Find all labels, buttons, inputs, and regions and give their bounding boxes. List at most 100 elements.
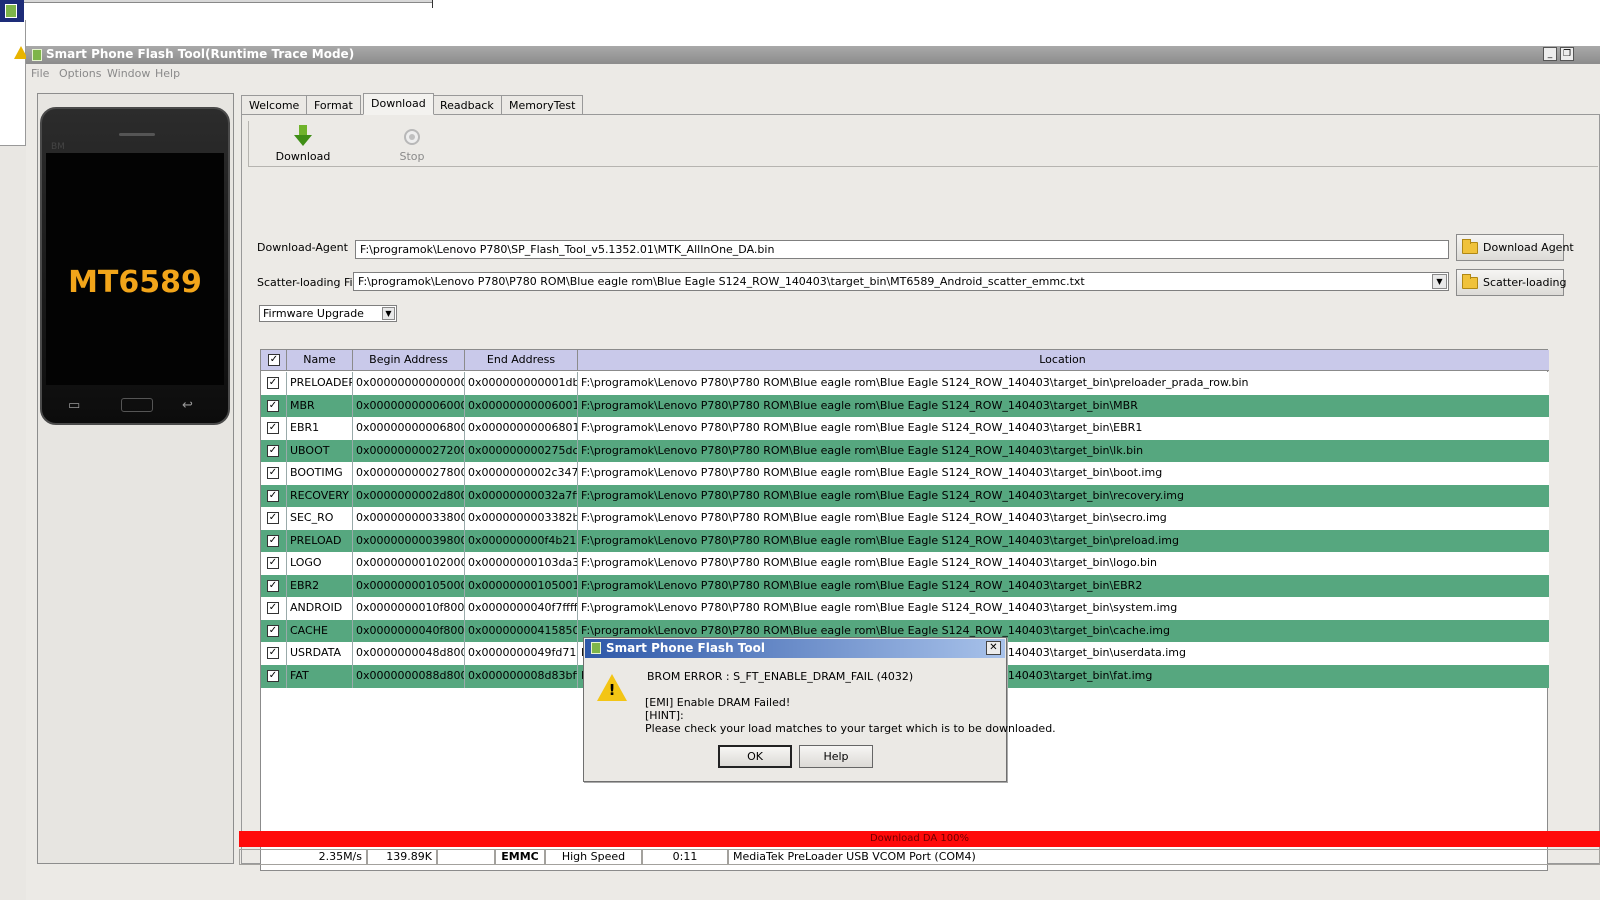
download-agent-field[interactable]: F:\programok\Lenovo P780\SP_Flash_Tool_v… bbox=[355, 240, 1449, 259]
cell-begin-address: 0x0000000000600000 bbox=[353, 394, 465, 418]
menu-bar: File Options Window Help bbox=[26, 65, 1600, 83]
row-checkbox[interactable]: ✓ bbox=[267, 624, 279, 637]
restore-button[interactable]: ❐ bbox=[1560, 47, 1574, 61]
menu-options[interactable]: Options bbox=[59, 67, 101, 80]
cell-name: EBR2 bbox=[287, 574, 353, 598]
scatter-loading-button-label: Scatter-loading bbox=[1483, 276, 1567, 289]
mode-select[interactable]: Firmware Upgrade ▼ bbox=[259, 305, 397, 322]
dialog-line3: Please check your load matches to your t… bbox=[645, 722, 1056, 735]
tab-format[interactable]: Format bbox=[306, 95, 361, 115]
column-header-end[interactable]: End Address bbox=[465, 350, 578, 371]
cell-end-address: 0x0000000003382bff bbox=[465, 507, 578, 530]
folder-icon bbox=[1462, 274, 1478, 289]
scatter-label: Scatter-loading File bbox=[257, 276, 363, 289]
help-button[interactable]: Help bbox=[799, 745, 873, 768]
menu-file[interactable]: File bbox=[31, 67, 49, 80]
row-checkbox[interactable]: ✓ bbox=[267, 489, 279, 502]
chevron-down-icon[interactable]: ▼ bbox=[382, 307, 395, 320]
row-checkbox[interactable]: ✓ bbox=[267, 602, 279, 614]
table-row[interactable]: ✓ EBR10x00000000006800000x00000000006801f… bbox=[261, 417, 1549, 440]
table-row[interactable]: ✓ EBR20x00000000105000000x00000000105001f… bbox=[261, 574, 1549, 598]
scatter-loading-button[interactable]: Scatter-loading bbox=[1456, 269, 1567, 296]
tab-memorytest[interactable]: MemoryTest bbox=[501, 95, 584, 115]
close-icon[interactable]: ✕ bbox=[986, 641, 1001, 655]
cell-location: F:\programok\Lenovo P780\P780 ROM\Blue e… bbox=[581, 601, 1178, 614]
cell-end-address: 0x000000000275dc13 bbox=[465, 439, 578, 463]
cell-checkbox: ✓ bbox=[261, 462, 287, 485]
table-row[interactable]: ✓ UBOOT0x00000000027200000x000000000275dc… bbox=[261, 439, 1549, 463]
cell-begin-address: 0x0000000000680000 bbox=[353, 417, 465, 440]
table-row[interactable]: ✓ BOOTIMG0x00000000027800000x0000000002c3… bbox=[261, 462, 1549, 485]
download-button[interactable]: Download bbox=[268, 123, 338, 165]
dialog-error-line: BROM ERROR : S_FT_ENABLE_DRAM_FAIL (4032… bbox=[647, 670, 914, 683]
row-checkbox[interactable]: ✓ bbox=[267, 579, 279, 592]
row-checkbox[interactable]: ✓ bbox=[267, 377, 279, 389]
status-usb-speed: High Speed bbox=[545, 849, 642, 865]
row-checkbox[interactable]: ✓ bbox=[267, 467, 279, 479]
cell-location: F:\programok\Lenovo P780\P780 ROM\Blue e… bbox=[581, 421, 1143, 434]
table-row[interactable]: ✓ SEC_RO0x00000000033800000x0000000003382… bbox=[261, 507, 1549, 530]
tab-download[interactable]: Download bbox=[363, 93, 434, 115]
menu-help[interactable]: Help bbox=[155, 67, 180, 80]
cell-end-address: 0x00000000103da33d bbox=[465, 552, 578, 575]
cell-checkbox: ✓ bbox=[261, 529, 287, 553]
desktop-background bbox=[0, 0, 1600, 46]
cell-name: RECOVERY bbox=[287, 484, 353, 508]
cell-begin-address: 0x0000000003380000 bbox=[353, 507, 465, 530]
tab-readback[interactable]: Readback bbox=[432, 95, 502, 115]
column-header-location[interactable]: Location bbox=[578, 350, 1547, 371]
cell-begin-address: 0x0000000002d80000 bbox=[353, 484, 465, 508]
cell-checkbox: ✓ bbox=[261, 372, 287, 395]
cell-checkbox: ✓ bbox=[261, 394, 287, 418]
row-checkbox[interactable]: ✓ bbox=[267, 399, 279, 412]
row-checkbox[interactable]: ✓ bbox=[267, 669, 279, 682]
cell-begin-address: 0x0000000010f80000 bbox=[353, 597, 465, 620]
table-row[interactable]: ✓ MBR0x00000000006000000x00000000006001ff… bbox=[261, 394, 1549, 418]
stop-button[interactable]: Stop bbox=[377, 123, 447, 165]
background-window-edge bbox=[24, 0, 432, 3]
cell-checkbox: ✓ bbox=[261, 439, 287, 463]
scatter-file-combo[interactable]: F:\programok\Lenovo P780\P780 ROM\Blue e… bbox=[353, 272, 1449, 291]
cell-begin-address: 0x0000000010200000 bbox=[353, 552, 465, 575]
cell-checkbox: ✓ bbox=[261, 597, 287, 620]
column-header-begin[interactable]: Begin Address bbox=[353, 350, 465, 371]
row-checkbox[interactable]: ✓ bbox=[267, 422, 279, 434]
column-header-name[interactable]: Name bbox=[287, 350, 353, 371]
dialog-title-bar[interactable]: Smart Phone Flash Tool ✕ bbox=[585, 639, 1005, 658]
phone-brand: BM bbox=[51, 142, 65, 152]
cell-end-address: 0x00000000032a7fff bbox=[465, 484, 578, 508]
download-agent-button-label: Download Agent bbox=[1483, 241, 1574, 254]
table-row[interactable]: ✓ LOGO0x00000000102000000x00000000103da33… bbox=[261, 552, 1549, 575]
cell-location: F:\programok\Lenovo P780\P780 ROM\Blue e… bbox=[581, 488, 1184, 502]
table-row[interactable]: ✓ PRELOAD0x00000000039800000x000000000f4b… bbox=[261, 529, 1549, 553]
phone-panel: BM MT6589 ▭ ↩ bbox=[37, 93, 234, 864]
minimize-button[interactable]: _ bbox=[1543, 47, 1557, 61]
download-agent-button[interactable]: Download Agent bbox=[1456, 234, 1574, 261]
menu-window[interactable]: Window bbox=[107, 67, 150, 80]
cell-name: CACHE bbox=[287, 619, 353, 643]
cell-name: USRDATA bbox=[287, 642, 353, 665]
select-all-checkbox[interactable]: ✓ bbox=[268, 354, 280, 366]
table-row[interactable]: ✓ RECOVERY0x0000000002d800000x00000000032… bbox=[261, 484, 1549, 508]
status-port: MediaTek PreLoader USB VCOM Port (COM4) bbox=[728, 849, 1600, 865]
cell-end-address: 0x00000000006001ff bbox=[465, 394, 578, 418]
row-checkbox[interactable]: ✓ bbox=[267, 647, 279, 659]
chevron-down-icon[interactable]: ▼ bbox=[1432, 274, 1447, 289]
title-bar[interactable]: Smart Phone Flash Tool(Runtime Trace Mod… bbox=[26, 46, 1600, 64]
row-checkbox[interactable]: ✓ bbox=[267, 534, 279, 547]
cell-name: MBR bbox=[287, 394, 353, 418]
chip-label: MT6589 bbox=[68, 265, 202, 300]
table-row[interactable]: ✓ ANDROID0x0000000010f800000x0000000040f7… bbox=[261, 597, 1549, 620]
tab-welcome[interactable]: Welcome bbox=[241, 95, 308, 115]
folder-icon bbox=[1462, 239, 1478, 254]
row-checkbox[interactable]: ✓ bbox=[267, 444, 279, 457]
cell-checkbox: ✓ bbox=[261, 619, 287, 643]
phone-screen: MT6589 bbox=[46, 153, 224, 385]
cell-location: F:\programok\Lenovo P780\P780 ROM\Blue e… bbox=[581, 511, 1167, 524]
ok-button[interactable]: OK bbox=[718, 745, 792, 768]
row-checkbox[interactable]: ✓ bbox=[267, 557, 279, 569]
table-row[interactable]: ✓ PRELOADER0x00000000000000000x0000000000… bbox=[261, 372, 1549, 395]
cell-begin-address: 0x0000000040f80000 bbox=[353, 619, 465, 643]
cell-begin-address: 0x0000000000000000 bbox=[353, 372, 465, 395]
row-checkbox[interactable]: ✓ bbox=[267, 512, 279, 524]
